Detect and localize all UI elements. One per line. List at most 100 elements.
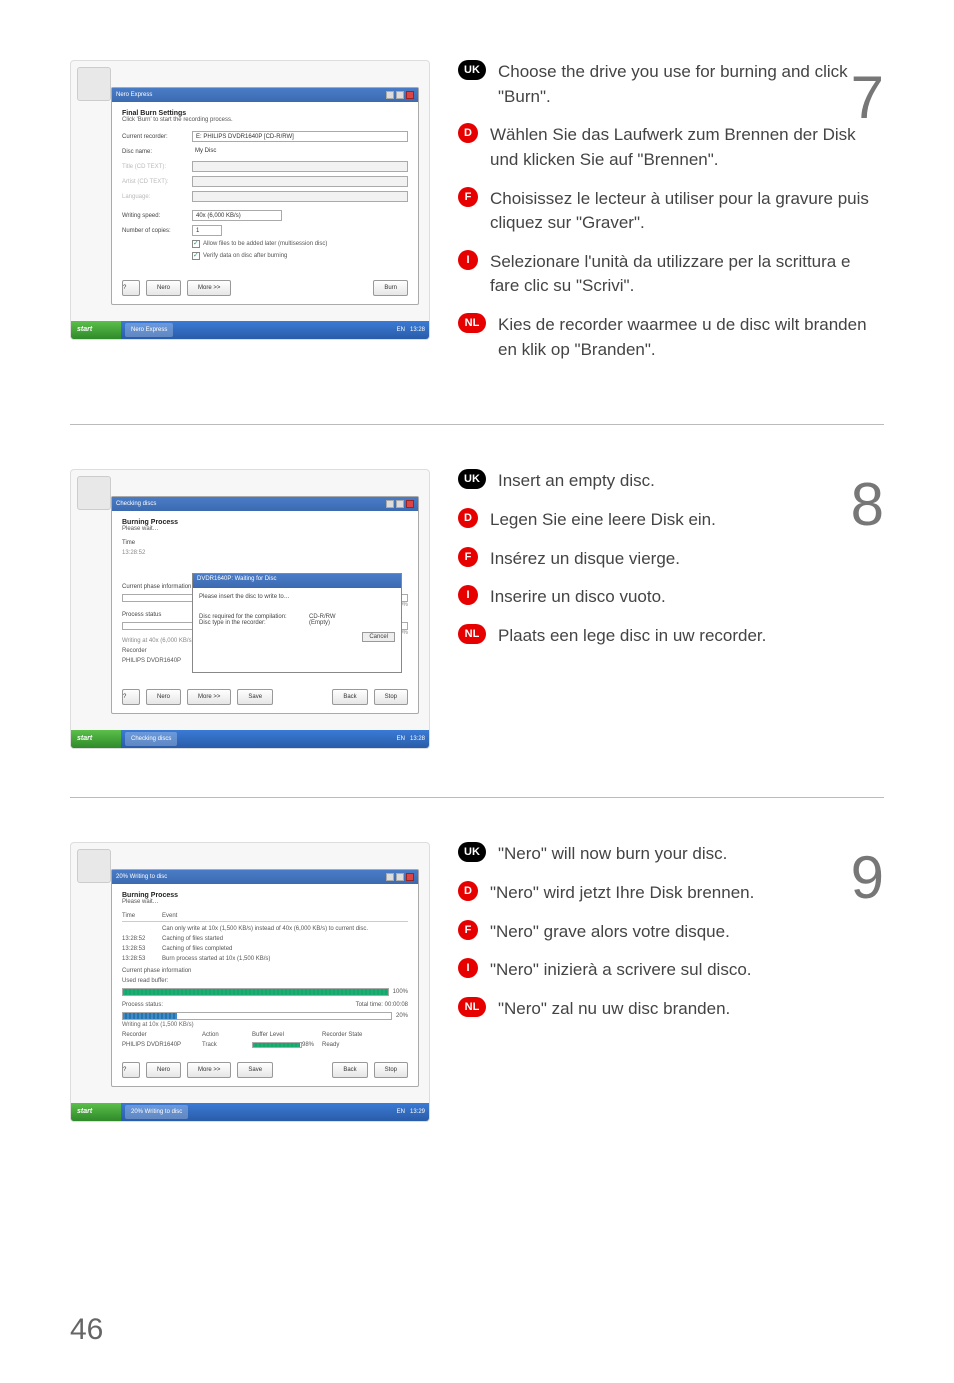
discname-label: Disc name: bbox=[122, 149, 192, 155]
minimize-icon[interactable] bbox=[386, 91, 394, 99]
writing-label: Writing at 10x (1,500 KB/s) bbox=[122, 1022, 408, 1028]
readbuffer-pct: 100% bbox=[393, 989, 408, 995]
time-label: Time bbox=[122, 540, 192, 546]
stop-button[interactable]: Stop bbox=[374, 689, 408, 705]
dialog-subtext: Please wait… bbox=[122, 899, 408, 905]
help-button[interactable]: ? bbox=[122, 280, 140, 296]
nero-button[interactable]: Nero bbox=[146, 280, 181, 296]
recorder-col: Recorder bbox=[122, 1032, 202, 1038]
lang-badge-nl: NL bbox=[458, 313, 486, 333]
currentphase-label: Current phase information bbox=[122, 584, 192, 590]
dialog-header: Burning Process bbox=[122, 519, 408, 526]
start-button[interactable]: start bbox=[71, 730, 121, 748]
step-7-text: 7 UKChoose the drive you use for burning… bbox=[458, 60, 884, 376]
totaltime-val: 00:00:08 bbox=[385, 1002, 408, 1008]
discname-input[interactable]: My Disc bbox=[192, 146, 408, 157]
instr-uk: Insert an empty disc. bbox=[498, 469, 655, 494]
more-button[interactable]: More >> bbox=[187, 689, 231, 705]
system-tray: EN 13:28 bbox=[397, 321, 425, 339]
window-title: 20% Writing to disc bbox=[116, 874, 167, 880]
cancel-button[interactable]: Cancel bbox=[362, 632, 395, 642]
usedread-label: Used read buffer: bbox=[122, 978, 192, 984]
processstatus-label: Process status bbox=[122, 612, 192, 618]
dialog-header: Burning Process bbox=[122, 892, 408, 899]
titlecd-input bbox=[192, 161, 408, 172]
close-icon[interactable] bbox=[406, 500, 414, 508]
processstatus-label: Process status: bbox=[122, 1002, 356, 1008]
dialog-title: DVDR1640P: Waiting for Disc bbox=[193, 574, 401, 588]
step-number: 7 bbox=[851, 54, 884, 141]
start-button[interactable]: start bbox=[71, 1103, 121, 1121]
instr-i: Inserire un disco vuoto. bbox=[490, 585, 666, 610]
artistcd-input bbox=[192, 176, 408, 187]
buffer-progress bbox=[252, 1042, 302, 1048]
tray-time: 13:29 bbox=[410, 1109, 425, 1115]
step-8-section: Checking discs Burning Process Please wa… bbox=[70, 424, 884, 749]
e4: Burn process started at 10x (1,500 KB/s) bbox=[162, 956, 270, 962]
close-icon[interactable] bbox=[406, 91, 414, 99]
lang-badge-f: F bbox=[458, 187, 478, 207]
speed-select[interactable]: 40x (6,000 KB/s) bbox=[192, 210, 282, 221]
save-button[interactable]: Save bbox=[237, 689, 273, 705]
maximize-icon[interactable] bbox=[396, 873, 404, 881]
titlebar: Checking discs bbox=[112, 497, 418, 511]
copies-spinner[interactable]: 1 bbox=[192, 225, 222, 236]
instr-f: "Nero" grave alors votre disque. bbox=[490, 920, 730, 945]
verify-checkbox[interactable] bbox=[192, 252, 200, 260]
minimize-icon[interactable] bbox=[386, 873, 394, 881]
t4: 13:28:53 bbox=[122, 956, 162, 962]
more-button[interactable]: More >> bbox=[187, 1062, 231, 1078]
burn-button[interactable]: Burn bbox=[373, 280, 408, 296]
page-number: 46 bbox=[70, 1313, 103, 1347]
step-8-text: 8 UKInsert an empty disc. DLegen Sie ein… bbox=[458, 469, 884, 749]
window-title: Checking discs bbox=[116, 501, 156, 507]
instr-d: Legen Sie eine leere Disk ein. bbox=[490, 508, 716, 533]
taskbar-tab[interactable]: Checking discs bbox=[125, 732, 177, 746]
tray-time: 13:28 bbox=[410, 736, 425, 742]
back-button[interactable]: Back bbox=[332, 689, 367, 705]
screenshot-9: 20% Writing to disc Burning Process Plea… bbox=[70, 842, 430, 1122]
maximize-icon[interactable] bbox=[396, 500, 404, 508]
speed-label: Writing speed: bbox=[122, 213, 192, 219]
dialog-header: Final Burn Settings bbox=[122, 110, 408, 117]
recorder-select[interactable]: E: PHILIPS DVDR1640P [CD-R/RW] bbox=[192, 131, 408, 142]
back-button[interactable]: Back bbox=[332, 1062, 367, 1078]
close-icon[interactable] bbox=[406, 873, 414, 881]
stop-button[interactable]: Stop bbox=[374, 1062, 408, 1078]
taskbar-tab[interactable]: 20% Writing to disc bbox=[125, 1105, 188, 1119]
step-7-section: Nero Express Final Burn Settings Click '… bbox=[70, 60, 884, 376]
instr-nl: Kies de recorder waarmee u de disc wilt … bbox=[498, 313, 884, 362]
start-button[interactable]: start bbox=[71, 321, 121, 339]
buffer-val: 98% bbox=[302, 1042, 322, 1048]
nero-window: Checking discs Burning Process Please wa… bbox=[111, 496, 419, 714]
multisession-label: Allow files to be added later (multisess… bbox=[203, 241, 327, 247]
more-button[interactable]: More >> bbox=[187, 280, 231, 296]
currentphase-label: Current phase information bbox=[122, 968, 408, 974]
tray-lang: EN bbox=[397, 327, 405, 333]
lang-badge-i: I bbox=[458, 958, 478, 978]
maximize-icon[interactable] bbox=[396, 91, 404, 99]
nero-button[interactable]: Nero bbox=[146, 1062, 181, 1078]
nero-button[interactable]: Nero bbox=[146, 689, 181, 705]
nero-sidebar bbox=[77, 67, 111, 101]
instr-i: Selezionare l'unità da utilizzare per la… bbox=[490, 250, 884, 299]
help-button[interactable]: ? bbox=[122, 1062, 140, 1078]
copies-label: Number of copies: bbox=[122, 228, 192, 234]
waiting-dialog: DVDR1640P: Waiting for Disc Please inser… bbox=[192, 573, 402, 673]
recorder-label: Current recorder: bbox=[122, 134, 192, 140]
lang-badge-f: F bbox=[458, 920, 478, 940]
process-progress bbox=[122, 1012, 392, 1020]
e2: Caching of files started bbox=[162, 936, 223, 942]
lang-badge-i: I bbox=[458, 585, 478, 605]
help-button[interactable]: ? bbox=[122, 689, 140, 705]
event-header: Event bbox=[162, 913, 177, 919]
save-button[interactable]: Save bbox=[237, 1062, 273, 1078]
window-title: Nero Express bbox=[116, 92, 152, 98]
taskbar-tab[interactable]: Nero Express bbox=[125, 323, 173, 337]
language-select bbox=[192, 191, 408, 202]
minimize-icon[interactable] bbox=[386, 500, 394, 508]
system-tray: EN 13:28 bbox=[397, 730, 425, 748]
nero-sidebar bbox=[77, 476, 111, 510]
verify-label: Verify data on disc after burning bbox=[203, 253, 287, 259]
multisession-checkbox[interactable] bbox=[192, 240, 200, 248]
